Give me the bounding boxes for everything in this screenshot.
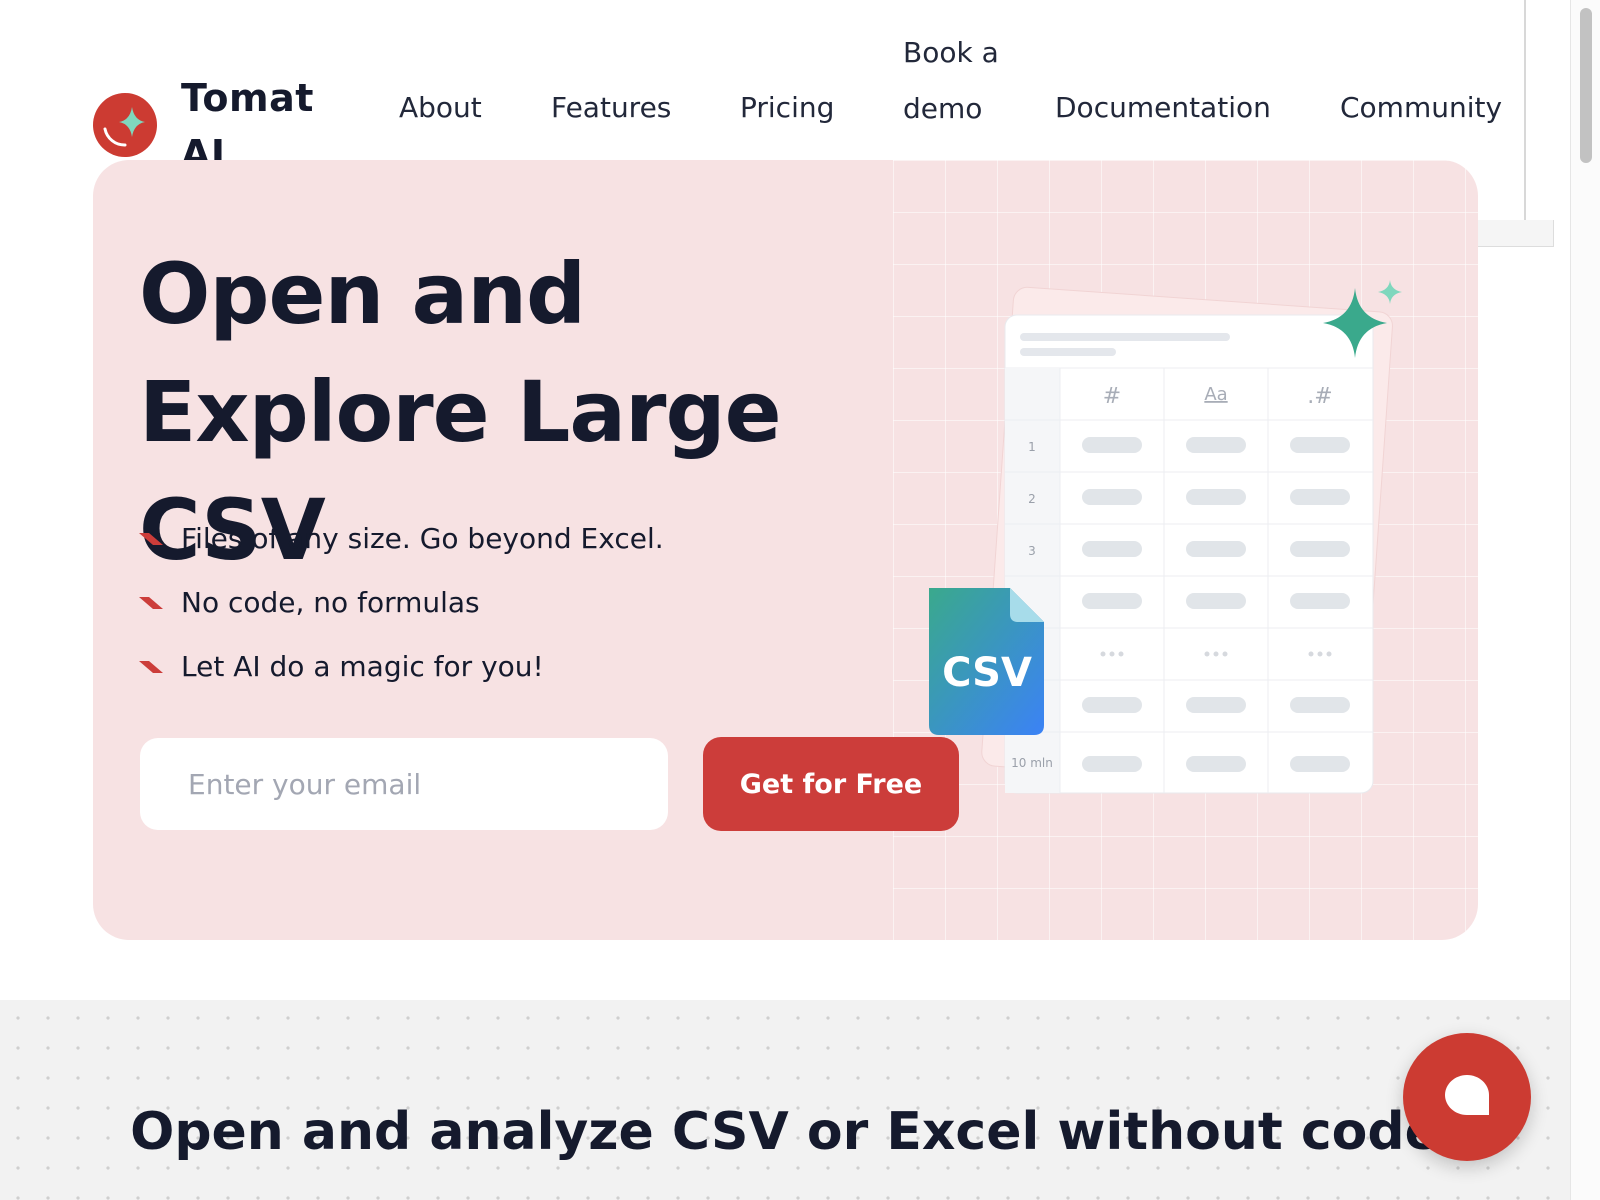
feature-item: Let AI do a magic for you!	[139, 634, 664, 698]
chat-bubble-icon	[1445, 1075, 1489, 1115]
accent-tick-icon	[139, 533, 163, 545]
tomat-logo-icon[interactable]	[93, 93, 157, 157]
row-number: 1	[1028, 440, 1036, 454]
accent-tick-icon	[139, 661, 163, 673]
nav-link-about[interactable]: About	[399, 80, 482, 136]
row-number: 10 mln	[1011, 756, 1053, 770]
feature-item: No code, no formulas	[139, 570, 664, 634]
accent-tick-icon	[139, 597, 163, 609]
nav-link-community[interactable]: Community	[1340, 80, 1502, 136]
column-header: Aa	[1204, 384, 1227, 405]
nav-link-pricing[interactable]: Pricing	[740, 80, 834, 136]
feature-text: Let AI do a magic for you!	[181, 649, 544, 683]
feature-list: Files of any size. Go beyond Excel. No c…	[139, 506, 664, 698]
page-scrollbar[interactable]	[1570, 0, 1600, 1200]
column-header: #	[1103, 384, 1121, 409]
feature-item: Files of any size. Go beyond Excel.	[139, 506, 664, 570]
column-header: .#	[1307, 384, 1332, 409]
page-scrollbar-thumb[interactable]	[1580, 8, 1592, 163]
nav-link-features[interactable]: Features	[551, 80, 671, 136]
row-number: 2	[1028, 492, 1036, 506]
feature-text: Files of any size. Go beyond Excel.	[181, 521, 664, 555]
nav-link-book-demo[interactable]: Book a demo	[903, 25, 1003, 137]
email-input[interactable]	[140, 738, 668, 830]
feature-text: No code, no formulas	[181, 585, 480, 619]
chat-button[interactable]	[1403, 1033, 1531, 1161]
csv-badge-label: CSV	[942, 650, 1032, 696]
section-title: Open and analyze CSV or Excel without co…	[130, 1102, 1440, 1162]
nav-link-documentation[interactable]: Documentation	[1055, 80, 1271, 136]
csv-table-illustration: # Aa .# 1 2 3 10 mln CSV	[929, 280, 1402, 794]
row-number: 3	[1028, 544, 1036, 558]
